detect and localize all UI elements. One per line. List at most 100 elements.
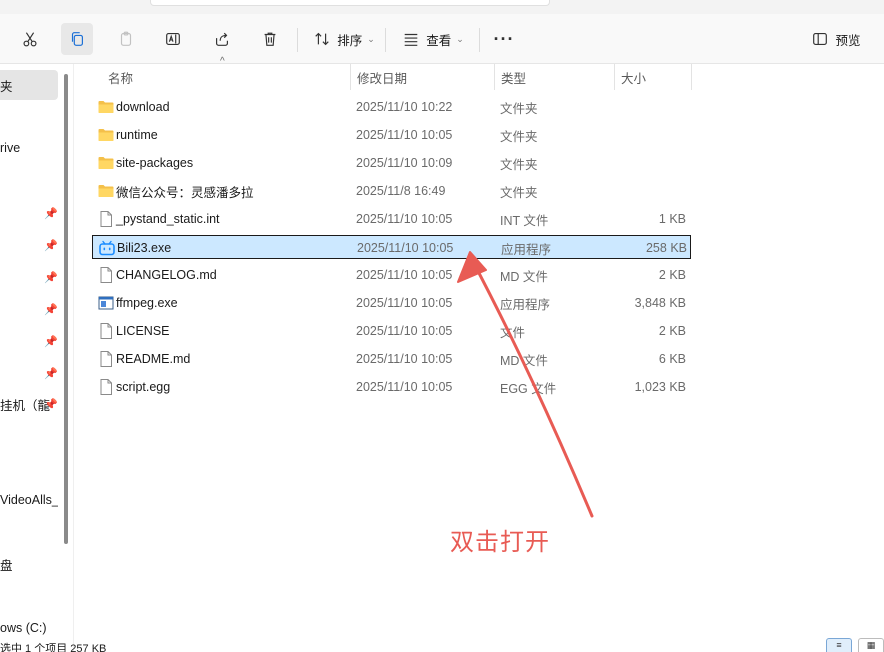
column-divider[interactable] <box>350 64 351 90</box>
sidebar-item-pinned[interactable]: 📌 <box>0 262 58 292</box>
details-view-icon: ≡ <box>836 640 842 650</box>
file-row[interactable]: download 2025/11/10 10:22 文件夹 <box>92 95 691 119</box>
sidebar-scrollbar[interactable] <box>64 74 68 544</box>
file-date: 2025/11/10 10:05 <box>356 128 453 142</box>
details-view-button[interactable]: ≡ <box>826 638 852 652</box>
file-name: CHANGELOG.md <box>116 268 217 282</box>
file-row[interactable]: 微信公众号：灵感潘多拉 2025/11/8 16:49 文件夹 <box>92 179 691 203</box>
preview-pane-button[interactable]: 预览 <box>806 23 866 55</box>
column-header-date[interactable]: 修改日期 <box>357 64 487 90</box>
sidebar-item-disk[interactable]: 盘 <box>0 549 58 579</box>
column-header-name[interactable]: 名称 <box>108 64 348 90</box>
view-list-icon <box>404 33 418 46</box>
file-name: README.md <box>116 352 191 366</box>
bili-app-icon <box>98 239 116 257</box>
file-row[interactable]: Bili23.exe 2025/11/10 10:05 应用程序 258 KB <box>92 235 691 259</box>
sidebar-item-videoalls[interactable]: VideoAlls_ <box>0 485 58 515</box>
toolbar-separator <box>479 28 480 52</box>
column-header-size[interactable]: 大小 <box>621 64 691 90</box>
rename-button[interactable] <box>157 23 189 55</box>
toolbar-separator <box>385 28 386 52</box>
view-button[interactable]: 查看 ⌄ <box>397 23 469 55</box>
sidebar-item-pinned-folder[interactable]: 挂机（龍 📌 <box>0 389 58 419</box>
share-button[interactable] <box>206 23 238 55</box>
preview-label: 预览 <box>835 33 861 48</box>
file-type: 文件夹 <box>500 101 538 116</box>
column-divider[interactable] <box>691 64 692 90</box>
ellipsis-icon: ··· <box>493 28 515 49</box>
file-row[interactable]: CHANGELOG.md 2025/11/10 10:05 MD 文件 2 KB <box>92 263 691 287</box>
file-type: 应用程序 <box>500 297 551 312</box>
preview-pane-icon <box>813 33 828 45</box>
file-type: EGG 文件 <box>500 381 557 396</box>
tiles-view-icon: ▦ <box>866 640 876 650</box>
sidebar-item-pinned[interactable]: 📌 <box>0 198 58 228</box>
copy-icon <box>71 32 83 46</box>
sidebar-item-label: 挂机（龍 <box>0 398 51 413</box>
file-icon <box>97 210 115 228</box>
file-date: 2025/11/10 10:05 <box>356 212 453 226</box>
file-date: 2025/11/8 16:49 <box>356 184 446 198</box>
file-type: MD 文件 <box>500 353 548 368</box>
view-label: 查看 <box>426 33 452 48</box>
sidebar-item-pinned[interactable]: 📌 <box>0 358 58 388</box>
tiles-view-button[interactable]: ▦ <box>858 638 884 652</box>
delete-button[interactable] <box>254 23 286 55</box>
file-type: 文件 <box>500 325 526 340</box>
address-bar-edge[interactable] <box>150 0 550 6</box>
paste-button[interactable] <box>110 23 142 55</box>
pin-icon[interactable]: 📌 <box>44 367 58 380</box>
content-scrollbar[interactable] <box>872 64 884 652</box>
column-header-type[interactable]: 类型 <box>501 64 611 90</box>
pin-icon[interactable]: 📌 <box>44 239 58 252</box>
sidebar-item-windows-c[interactable]: ows (C:) <box>0 613 58 643</box>
column-header-label: 名称 <box>108 71 134 86</box>
file-row[interactable]: _pystand_static.int 2025/11/10 10:05 INT 文… <box>92 207 691 231</box>
more-options-button[interactable]: ··· <box>488 23 520 55</box>
title-strip <box>0 0 884 14</box>
file-name: 微信公众号：灵感潘多拉 <box>116 185 254 200</box>
file-row[interactable]: runtime 2025/11/10 10:05 文件夹 <box>92 123 691 147</box>
file-date: 2025/11/10 10:05 <box>356 380 453 394</box>
sidebar-item-pinned[interactable]: 📌 <box>0 230 58 260</box>
scissors-icon <box>23 32 37 47</box>
sidebar-item-label: 盘 <box>0 558 13 573</box>
pin-icon[interactable]: 📌 <box>44 303 58 316</box>
file-date: 2025/11/10 10:05 <box>356 296 453 310</box>
sort-button[interactable]: 排序 ⌄ <box>308 23 380 55</box>
chevron-down-icon: ⌄ <box>456 33 464 44</box>
file-name: ffmpeg.exe <box>116 296 178 310</box>
pin-icon[interactable]: 📌 <box>44 271 58 284</box>
file-size <box>620 179 686 203</box>
file-row[interactable]: LICENSE 2025/11/10 10:05 文件 2 KB <box>92 319 691 343</box>
sidebar-item-pinned[interactable]: 📌 <box>0 326 58 356</box>
file-icon <box>97 322 115 340</box>
annotation-text: 双击打开 <box>450 528 550 556</box>
column-divider[interactable] <box>494 64 495 90</box>
column-divider[interactable] <box>614 64 615 90</box>
file-size: 2 KB <box>658 268 686 282</box>
file-type: 文件夹 <box>500 129 538 144</box>
pin-icon[interactable]: 📌 <box>44 207 58 220</box>
pin-icon[interactable]: 📌 <box>44 398 58 411</box>
sort-icon <box>315 32 329 46</box>
file-row[interactable]: site-packages 2025/11/10 10:09 文件夹 <box>92 151 691 175</box>
file-row[interactable]: README.md 2025/11/10 10:05 MD 文件 6 KB <box>92 347 691 371</box>
folder-icon <box>97 182 115 200</box>
file-name: download <box>116 100 170 114</box>
pin-icon[interactable]: 📌 <box>44 335 58 348</box>
copy-button[interactable] <box>61 23 93 55</box>
sidebar-item-drive[interactable]: rive <box>0 133 58 163</box>
file-row[interactable]: ffmpeg.exe 2025/11/10 10:05 应用程序 3,848 KB <box>92 291 691 315</box>
file-size: 3,848 KB <box>634 296 686 310</box>
sidebar-item-folder[interactable]: 夹 <box>0 70 58 100</box>
file-icon <box>97 350 115 368</box>
file-row[interactable]: script.egg 2025/11/10 10:05 EGG 文件 1,023 KB <box>92 375 691 399</box>
cut-button[interactable] <box>14 23 46 55</box>
file-date: 2025/11/10 10:05 <box>356 268 453 282</box>
file-name: site-packages <box>116 156 194 170</box>
status-bar-text: 选中 1 个项目 257 KB <box>0 643 107 652</box>
file-size: 1,023 KB <box>634 380 686 394</box>
sidebar-item-pinned[interactable]: 📌 <box>0 294 58 324</box>
file-type: 文件夹 <box>500 185 538 200</box>
